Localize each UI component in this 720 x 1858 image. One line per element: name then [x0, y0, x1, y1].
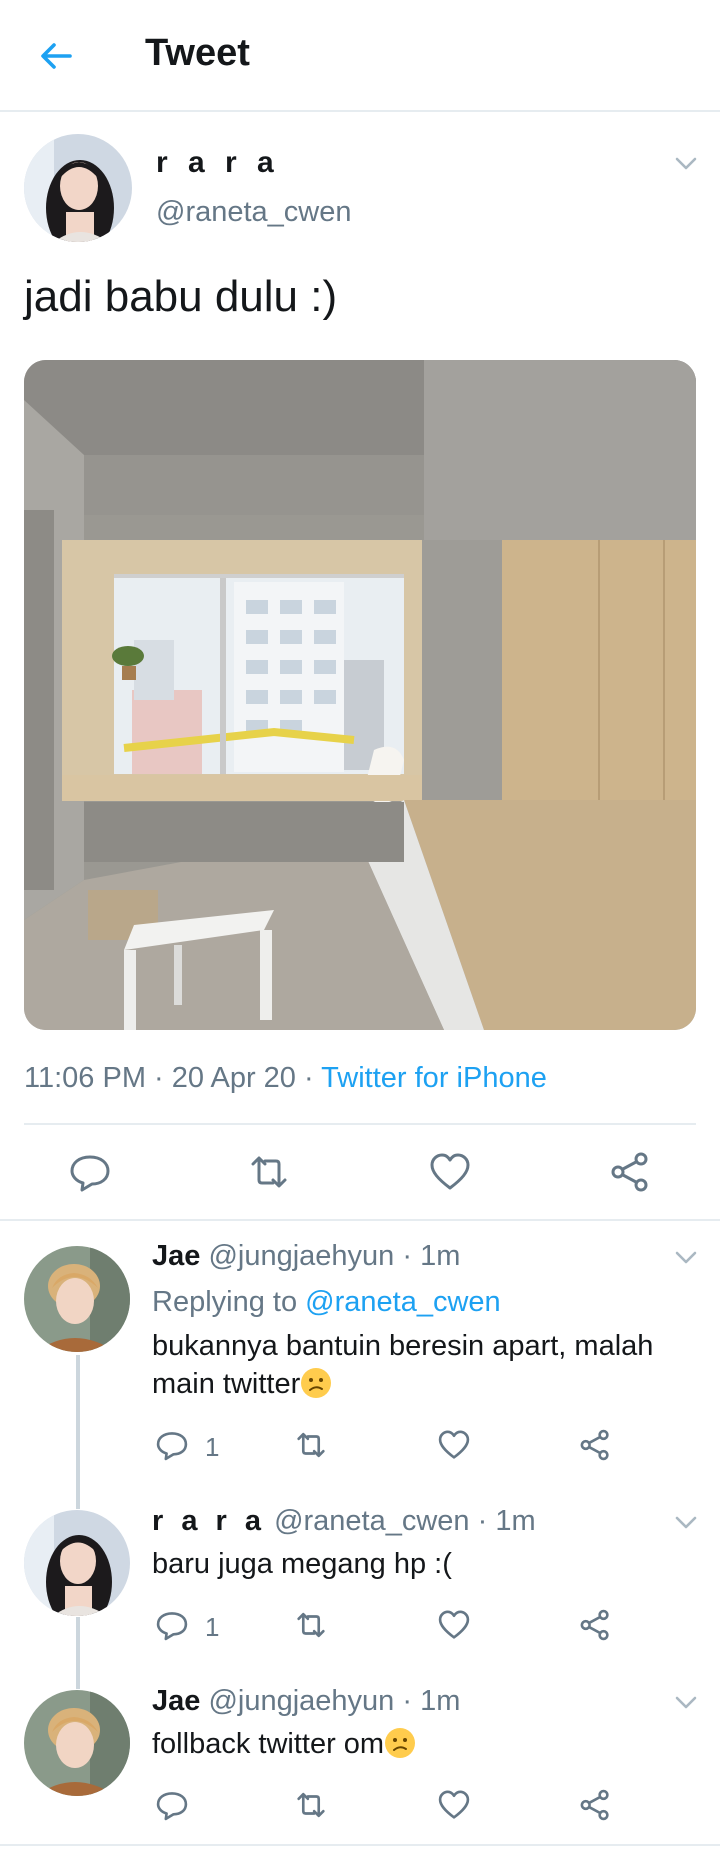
reply-author-name[interactable]: Jae [152, 1240, 200, 1272]
chevron-down-icon[interactable] [674, 1695, 698, 1711]
reply-count: 1 [205, 1432, 220, 1462]
reply-author: r a r a @raneta_cwen · 1m [152, 1505, 536, 1538]
meta-separator: · [295, 1062, 322, 1094]
like-icon[interactable] [428, 1150, 472, 1194]
share-icon[interactable] [578, 1788, 612, 1822]
tweet-photo[interactable] [24, 360, 696, 1030]
thread-line [76, 1355, 80, 1509]
reply-author-name[interactable]: Jae [152, 1685, 200, 1717]
dot-separator: · [394, 1685, 421, 1717]
avatar[interactable] [24, 1510, 130, 1616]
mention-link[interactable]: @raneta_cwen [305, 1286, 501, 1318]
reply-icon[interactable] [155, 1788, 189, 1822]
reply-text-line-2: main twitter [152, 1365, 692, 1403]
tweet-text: jadi babu dulu :) [24, 272, 338, 321]
reply-icon[interactable] [68, 1150, 112, 1194]
tweet-source-link[interactable]: Twitter for iPhone [321, 1062, 547, 1094]
divider [0, 1844, 720, 1846]
thread-line [76, 1617, 80, 1689]
meta-separator: · [145, 1062, 172, 1094]
reply-author-handle[interactable]: @raneta_cwen [274, 1505, 470, 1537]
share-icon[interactable] [578, 1428, 612, 1462]
chevron-down-icon[interactable] [674, 156, 698, 172]
share-icon[interactable] [578, 1608, 612, 1642]
dot-separator: · [394, 1240, 421, 1272]
reply-text: follback twitter om [152, 1725, 692, 1763]
tweet-meta: 11:06 PM · 20 Apr 20 · Twitter for iPhon… [24, 1062, 547, 1095]
avatar[interactable] [24, 1690, 130, 1796]
retweet-icon[interactable] [247, 1150, 291, 1194]
reply-time: 1m [420, 1685, 461, 1717]
tweet-date: 20 Apr 20 [171, 1062, 296, 1094]
avatar[interactable] [24, 134, 132, 242]
confused-face-emoji [301, 1368, 332, 1398]
reply-author: Jae @jungjaehyun · 1m [152, 1240, 460, 1273]
reply-text-body: follback twitter om [152, 1728, 385, 1760]
like-icon[interactable] [437, 1788, 471, 1822]
avatar[interactable] [24, 1246, 130, 1352]
retweet-icon[interactable] [294, 1608, 328, 1642]
retweet-icon[interactable] [294, 1428, 328, 1462]
replying-to: Replying to @raneta_cwen [152, 1286, 501, 1319]
top-bar: Tweet [0, 0, 720, 112]
reply-author: Jae @jungjaehyun · 1m [152, 1685, 460, 1718]
reply-text-line: main twitter [152, 1368, 301, 1400]
confused-face-emoji [385, 1728, 416, 1758]
retweet-icon[interactable] [294, 1788, 328, 1822]
share-icon[interactable] [608, 1150, 652, 1194]
dot-separator: · [469, 1505, 496, 1537]
like-icon[interactable] [437, 1608, 471, 1642]
chevron-down-icon[interactable] [674, 1515, 698, 1531]
reply-icon[interactable] [155, 1428, 189, 1462]
page-title: Tweet [145, 32, 250, 74]
reply-text: baru juga megang hp :( [152, 1548, 452, 1580]
reply-author-handle[interactable]: @jungjaehyun [208, 1685, 394, 1717]
divider [24, 1123, 696, 1125]
back-arrow-icon[interactable] [36, 36, 76, 76]
reply-count: 1 [205, 1612, 220, 1642]
reply-text-line: bukannya bantuin beresin apart, malah [152, 1330, 654, 1362]
author-handle[interactable]: @raneta_cwen [156, 196, 352, 229]
reply-time: 1m [420, 1240, 461, 1272]
reply-author-name[interactable]: r a r a [152, 1505, 266, 1537]
chevron-down-icon[interactable] [674, 1250, 698, 1266]
divider [0, 1219, 720, 1221]
reply-icon[interactable] [155, 1608, 189, 1642]
reply-author-handle[interactable]: @jungjaehyun [208, 1240, 394, 1272]
tweet-time: 11:06 PM [24, 1062, 146, 1094]
like-icon[interactable] [437, 1428, 471, 1462]
reply-time: 1m [495, 1505, 536, 1537]
replying-to-label: Replying to [152, 1286, 306, 1318]
author-name[interactable]: r a r a [156, 146, 280, 180]
reply-text: bukannya bantuin beresin apart, malah ma… [152, 1327, 692, 1403]
